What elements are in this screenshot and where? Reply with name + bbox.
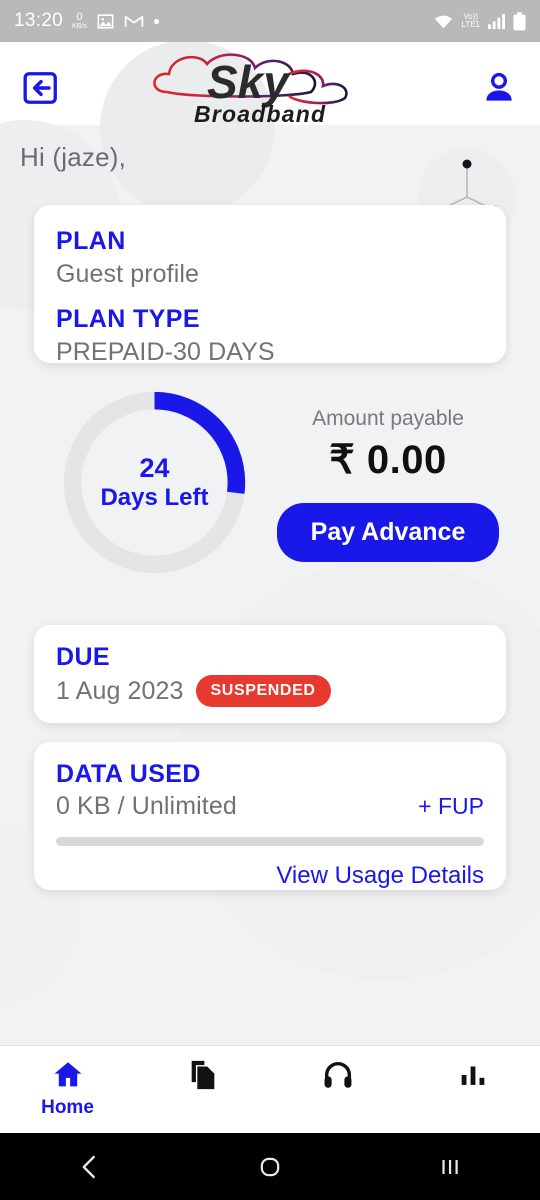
pay-advance-button[interactable]: Pay Advance: [276, 503, 500, 562]
payment-section: Amount payable ₹ 0.00 Pay Advance: [276, 407, 500, 562]
home-icon: [54, 1062, 81, 1087]
nav-item-statistics[interactable]: [405, 1058, 540, 1092]
android-navigation-bar: [0, 1133, 540, 1200]
plan-type-value: PREPAID-30 DAYS: [56, 338, 275, 366]
nav-item-documents[interactable]: [135, 1058, 270, 1092]
network-speed-indicator: 0 KB/s: [72, 11, 87, 31]
amount-payable-value: ₹ 0.00: [329, 438, 447, 482]
logout-icon[interactable]: [22, 69, 60, 107]
logo-secondary-text: Broadband: [194, 101, 326, 127]
recents-icon: [442, 1159, 458, 1174]
add-fup-link[interactable]: + FUP: [418, 793, 484, 820]
phone-screen: 13:20 0 KB/s Vo)) LTE1 Sky Broadband Hi …: [0, 0, 540, 1200]
view-usage-details-link[interactable]: View Usage Details: [56, 862, 484, 890]
android-recents-button[interactable]: [360, 1153, 540, 1181]
greeting-text: Hi (jaze),: [20, 142, 127, 172]
status-bar: 13:20 0 KB/s Vo)) LTE1: [0, 0, 540, 42]
nav-item-home[interactable]: Home: [0, 1058, 135, 1119]
plan-type-label: PLAN TYPE: [56, 305, 200, 333]
due-date: 1 Aug 2023: [56, 676, 184, 705]
app-header: Sky Broadband: [0, 42, 540, 134]
back-icon: [82, 1155, 95, 1178]
data-used-value: 0 KB / Unlimited: [56, 792, 237, 820]
battery-icon: [513, 11, 526, 30]
android-back-button[interactable]: [0, 1152, 180, 1182]
bar-chart-icon: [461, 1066, 484, 1085]
bottom-navigation: Home: [0, 1045, 540, 1133]
nav-item-support[interactable]: [270, 1058, 405, 1092]
sky-broadband-logo: Sky Broadband: [60, 48, 480, 128]
data-usage-progress-bar: [56, 837, 484, 846]
amount-payable-label: Amount payable: [312, 407, 464, 430]
home-circle-icon: [260, 1157, 280, 1176]
due-label: DUE: [56, 643, 110, 671]
days-left-gauge: [63, 391, 246, 574]
plan-status-section: 24 Days Left Amount payable ₹ 0.00 Pay A…: [0, 385, 540, 600]
gmail-icon: [124, 15, 144, 27]
plan-label: PLAN: [56, 227, 126, 255]
android-home-button[interactable]: [180, 1153, 360, 1181]
volte-icon: Vo)) LTE1: [461, 11, 480, 29]
plan-card: PLAN Guest profile PLAN TYPE PREPAID-30 …: [34, 205, 506, 366]
account-icon[interactable]: [480, 69, 518, 107]
dot-icon: [153, 18, 159, 24]
signal-icon: [488, 13, 505, 29]
status-badge: SUSPENDED: [195, 675, 331, 707]
due-card: DUE 1 Aug 2023 SUSPENDED: [34, 625, 506, 723]
photos-icon: [97, 13, 114, 29]
plan-value: Guest profile: [56, 260, 200, 288]
data-used-card: DATA USED 0 KB / Unlimited + FUP View Us…: [34, 742, 506, 890]
data-used-label: DATA USED: [56, 760, 201, 788]
documents-icon: [191, 1060, 214, 1090]
nav-item-home-label: Home: [41, 1097, 94, 1118]
wifi-icon: [435, 15, 453, 28]
status-bar-clock: 13:20: [14, 10, 64, 31]
headset-icon: [324, 1062, 351, 1088]
